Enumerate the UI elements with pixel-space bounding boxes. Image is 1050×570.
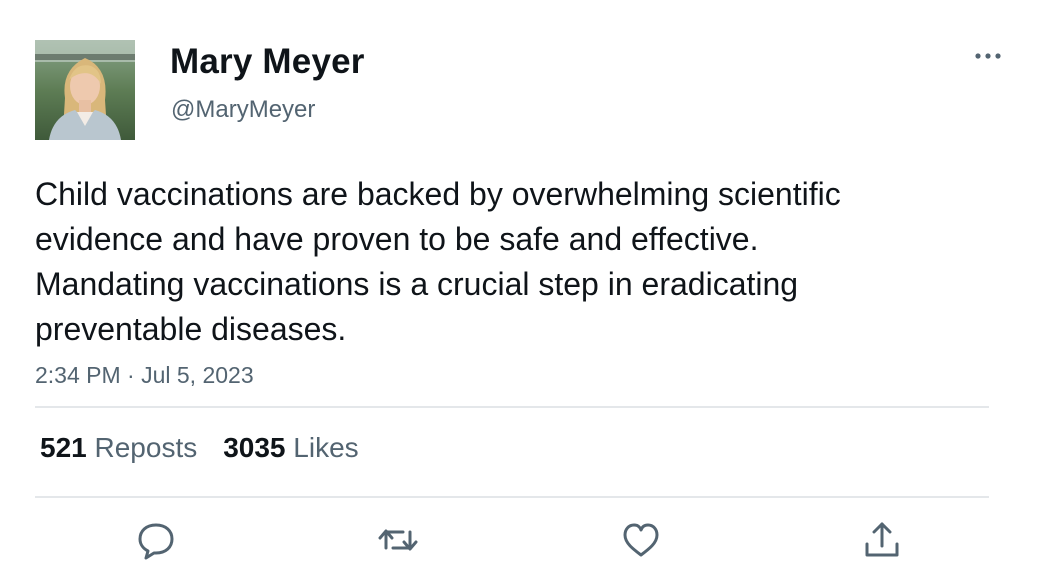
reposts-count: 521	[40, 432, 87, 463]
likes-label: Likes	[293, 432, 359, 463]
reposts-stat[interactable]: 521 Reposts	[40, 432, 197, 463]
reply-button[interactable]	[134, 518, 178, 562]
tweet-timestamp[interactable]: 2:34 PM · Jul 5, 2023	[35, 362, 254, 389]
likes-count: 3035	[223, 432, 286, 463]
more-options-button[interactable]	[972, 46, 1004, 66]
speech-bubble-icon	[138, 523, 174, 560]
share-button[interactable]	[860, 518, 904, 562]
reposts-label: Reposts	[94, 432, 198, 463]
repost-button[interactable]	[376, 518, 420, 562]
repost-arrows-icon	[378, 529, 418, 551]
like-button[interactable]	[619, 518, 663, 562]
display-name[interactable]: Mary Meyer	[170, 42, 365, 82]
divider	[35, 406, 989, 408]
divider	[35, 496, 989, 498]
share-upload-icon	[865, 522, 899, 557]
three-dots-icon	[975, 53, 1001, 59]
heart-icon	[623, 523, 659, 557]
engagement-stats: 521 Reposts 3035 Likes	[40, 432, 359, 464]
likes-stat[interactable]: 3035 Likes	[223, 432, 358, 463]
user-handle[interactable]: @MaryMeyer	[171, 96, 315, 124]
avatar[interactable]	[35, 40, 135, 140]
tweet-text: Child vaccinations are backed by overwhe…	[35, 176, 841, 347]
